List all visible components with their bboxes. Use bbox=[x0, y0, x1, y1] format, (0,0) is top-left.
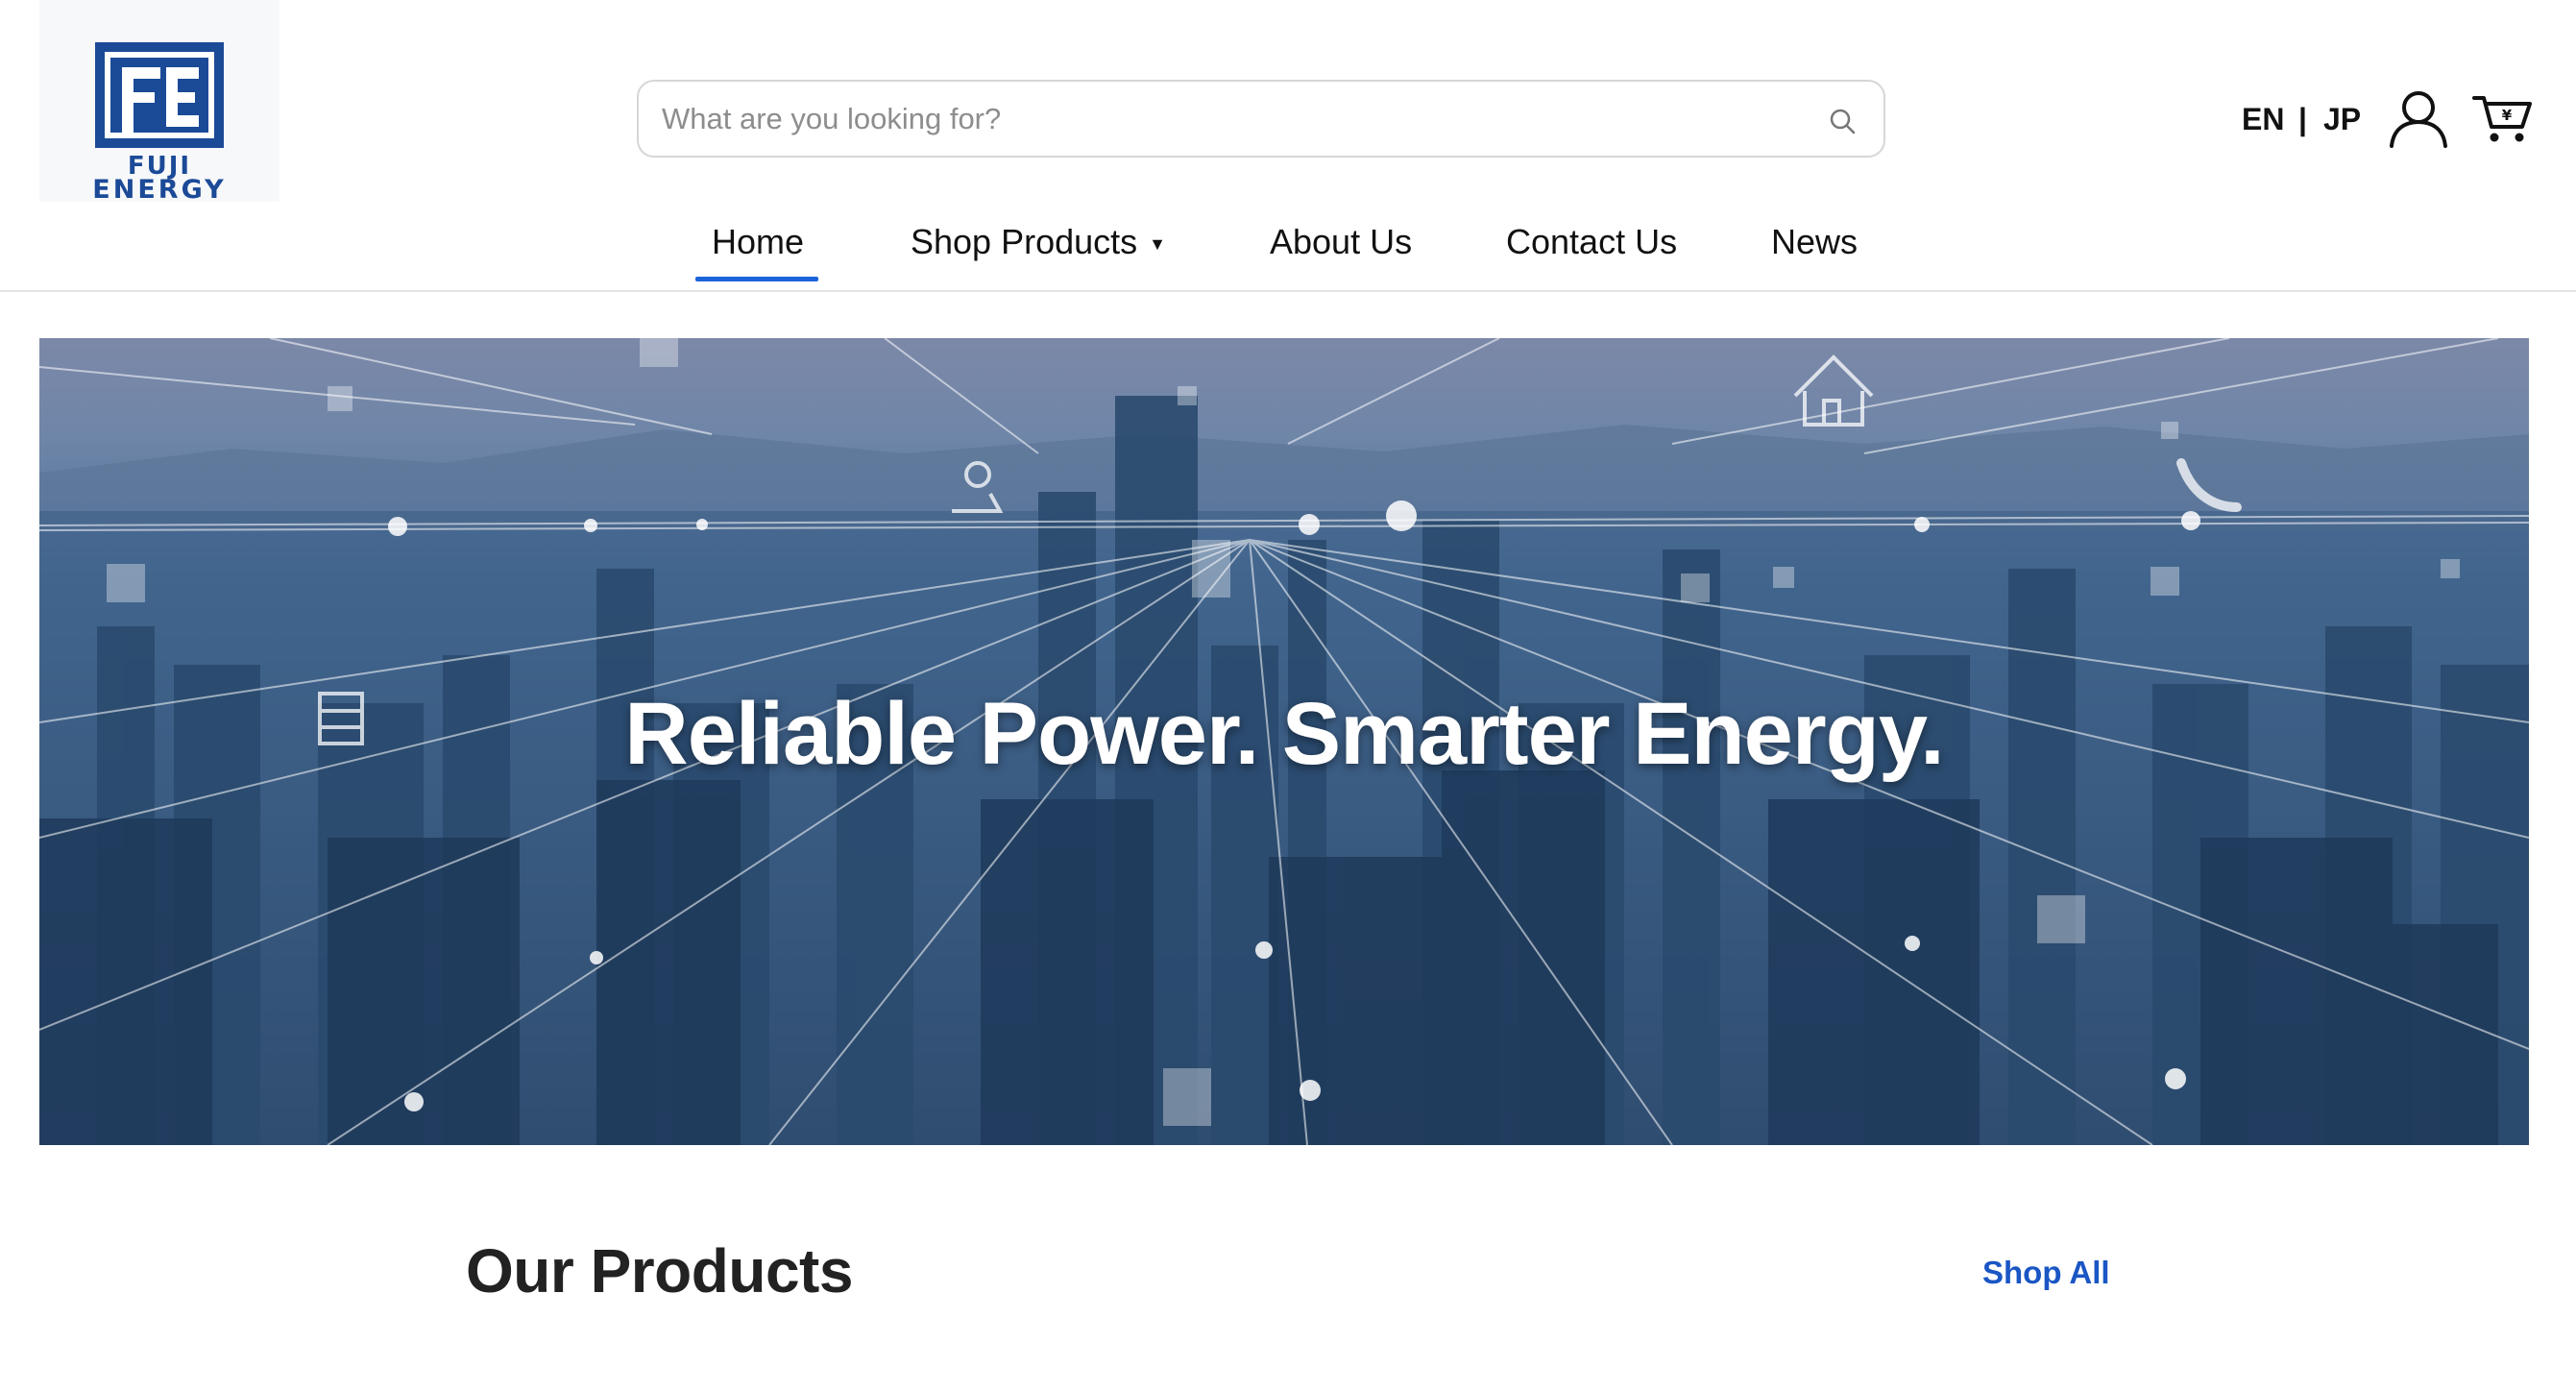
nav-contact-us[interactable]: Contact Us bbox=[1506, 215, 1677, 273]
language-en-link[interactable]: EN bbox=[2242, 100, 2284, 138]
nav-shop-products-label: Shop Products bbox=[911, 222, 1138, 261]
language-jp-link[interactable]: JP bbox=[2323, 100, 2361, 138]
chevron-down-icon: ▼ bbox=[1149, 234, 1166, 254]
svg-text:¥: ¥ bbox=[2502, 107, 2513, 124]
cart-icon[interactable]: ¥ bbox=[2472, 94, 2534, 144]
nav-shop-products[interactable]: Shop Products ▼ bbox=[911, 215, 1166, 273]
nav-about-us[interactable]: About Us bbox=[1270, 215, 1412, 273]
site-header: FUJI ENERGY EN | JP ¥ Home Shop Products… bbox=[0, 0, 2576, 292]
nav-home[interactable]: Home bbox=[695, 215, 820, 273]
logo-text-energy: ENERGY bbox=[92, 175, 227, 205]
fe-logo-mark-icon bbox=[95, 42, 224, 148]
search-input[interactable] bbox=[662, 82, 1795, 156]
hero-banner: Reliable Power. Smarter Energy. bbox=[39, 338, 2529, 1145]
search-bar bbox=[637, 80, 1885, 158]
language-separator: | bbox=[2298, 102, 2307, 136]
brand-logo[interactable]: FUJI ENERGY bbox=[39, 0, 279, 205]
search-icon[interactable] bbox=[1828, 107, 1857, 135]
hero-title: Reliable Power. Smarter Energy. bbox=[624, 685, 1944, 783]
shop-all-link[interactable]: Shop All bbox=[1982, 1255, 2110, 1291]
nav-news[interactable]: News bbox=[1771, 215, 1858, 273]
section-title-our-products: Our Products bbox=[466, 1236, 853, 1306]
nav-active-indicator bbox=[695, 277, 818, 281]
user-icon[interactable] bbox=[2388, 88, 2449, 148]
